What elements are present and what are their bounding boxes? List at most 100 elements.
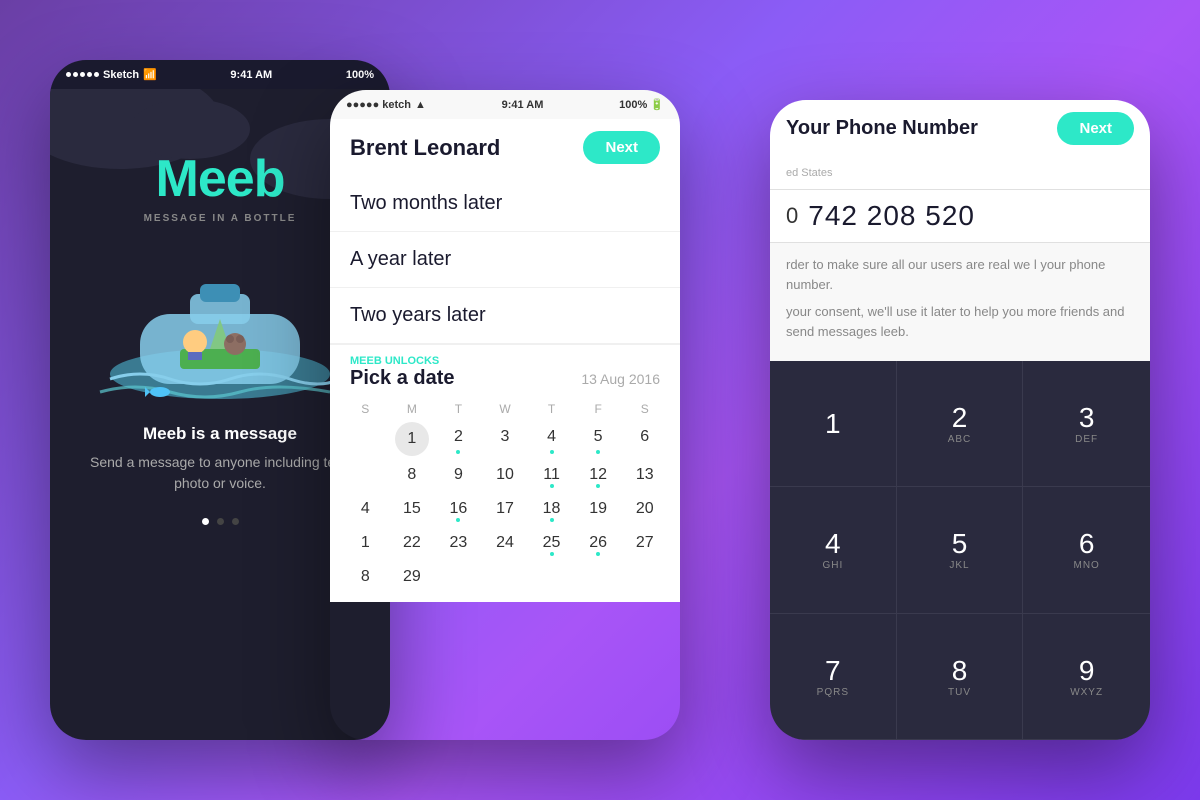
key-5-letters: JKL: [949, 560, 969, 571]
time-option-2[interactable]: A year later: [330, 232, 680, 288]
country-code: 0: [786, 203, 798, 229]
cal-cell-empty: [342, 422, 389, 456]
dot-1: [202, 518, 209, 525]
cal-cell-12[interactable]: 12: [575, 460, 622, 490]
phone1-time: 9:41 AM: [230, 69, 272, 81]
day-s2: S: [621, 402, 668, 416]
key-3-letters: DEF: [1075, 434, 1098, 445]
cal-cell-3[interactable]: 3: [482, 422, 529, 456]
cal-cell-4b[interactable]: 4: [342, 494, 389, 524]
phone-desc-text-1: rder to make sure all our users are real…: [786, 255, 1134, 294]
day-w: W: [482, 402, 529, 416]
key-7[interactable]: 7 PQRS: [770, 614, 897, 740]
cal-week-1: 1 2 3 4 5 6: [342, 422, 668, 456]
cal-week-2: 8 9 10 11 12 13: [342, 460, 668, 490]
cal-cell-8b[interactable]: 8: [342, 562, 389, 592]
keypad: 1 2 ABC 3 DEF 4 GHI 5 JKL 6 MNO: [770, 361, 1150, 740]
cal-cell-26[interactable]: 26: [575, 528, 622, 558]
phone1-wifi-icon: 📶: [143, 68, 157, 81]
key-9-num: 9: [1079, 655, 1095, 687]
cal-cell-6[interactable]: 6: [621, 422, 668, 456]
country-row: ed States: [770, 157, 1150, 190]
key-9[interactable]: 9 WXYZ: [1023, 614, 1150, 740]
cal-cell-4[interactable]: 4: [528, 422, 575, 456]
phone-3-phone-number: Your Phone Number Next ed States 0 742 2…: [770, 100, 1150, 740]
phone1-status-bar: Sketch 📶 9:41 AM 100%: [50, 60, 390, 89]
key-8-letters: TUV: [948, 687, 971, 698]
meeb-illustration: [80, 244, 360, 404]
key-8-num: 8: [952, 655, 968, 687]
key-8[interactable]: 8 TUV: [897, 614, 1024, 740]
phone3-header: Your Phone Number Next: [770, 100, 1150, 157]
cal-cell-29[interactable]: 29: [389, 562, 436, 592]
phone1-battery: 100%: [346, 69, 374, 81]
cal-cell-11[interactable]: 11: [528, 460, 575, 490]
phone2-carrier: ●●●●● ketch: [346, 99, 411, 111]
key-6[interactable]: 6 MNO: [1023, 487, 1150, 613]
time-options: Two months later A year later Two years …: [330, 176, 680, 344]
dot-3: [232, 518, 239, 525]
calendar-header: Meeb Unlocks Pick a date 13 Aug 2016: [330, 344, 680, 396]
key-7-num: 7: [825, 655, 841, 687]
cal-cell-15[interactable]: 15: [389, 494, 436, 524]
number-row: 0 742 208 520: [770, 190, 1150, 243]
key-2-letters: ABC: [948, 434, 972, 445]
phone3-title: Your Phone Number: [786, 117, 978, 140]
key-1-num: 1: [825, 408, 841, 440]
key-5-num: 5: [952, 528, 968, 560]
meeb-tagline: MESSAGE IN A BOTTLE: [144, 213, 297, 224]
cal-cell-8[interactable]: 8: [389, 460, 436, 490]
cal-cell-23[interactable]: 23: [435, 528, 482, 558]
key-1[interactable]: 1: [770, 361, 897, 487]
calendar-grid: S M T W T F S 1 2 3 4 5 6 8: [330, 396, 680, 602]
day-m: M: [389, 402, 436, 416]
cal-cell-20[interactable]: 20: [621, 494, 668, 524]
phone2-time: 9:41 AM: [502, 99, 544, 111]
time-option-1[interactable]: Two months later: [330, 176, 680, 232]
cal-cell-16[interactable]: 16: [435, 494, 482, 524]
meeb-dots: [202, 518, 239, 525]
phone-number-display: 742 208 520: [808, 200, 975, 232]
key-3-num: 3: [1079, 402, 1095, 434]
phone2-contact-name: Brent Leonard: [350, 135, 500, 161]
cal-cell-25[interactable]: 25: [528, 528, 575, 558]
phone2-header: Brent Leonard Next: [330, 119, 680, 176]
phone2-next-button[interactable]: Next: [583, 131, 660, 164]
calendar-title: Pick a date: [350, 367, 455, 390]
day-t1: T: [435, 402, 482, 416]
cal-cell-9[interactable]: 9: [435, 460, 482, 490]
key-3[interactable]: 3 DEF: [1023, 361, 1150, 487]
cal-cell-18[interactable]: 18: [528, 494, 575, 524]
phone-input-section: ed States 0 742 208 520: [770, 157, 1150, 243]
cal-cell-22[interactable]: 22: [389, 528, 436, 558]
key-2-num: 2: [952, 402, 968, 434]
key-4[interactable]: 4 GHI: [770, 487, 897, 613]
scene: Sketch 📶 9:41 AM 100% Meeb MESSAGE IN A …: [50, 40, 1150, 760]
cal-cell-1b[interactable]: 1: [342, 528, 389, 558]
cal-week-5: 8 29: [342, 562, 668, 592]
cal-cell-5[interactable]: 5: [575, 422, 622, 456]
cal-cell-27[interactable]: 27: [621, 528, 668, 558]
cal-cell-2[interactable]: 2: [435, 422, 482, 456]
phone2-status-bar: ●●●●● ketch ▲ 9:41 AM 100% 🔋: [330, 90, 680, 119]
key-2[interactable]: 2 ABC: [897, 361, 1024, 487]
key-9-letters: WXYZ: [1070, 687, 1103, 698]
meeb-tagline2: Meeb is a message: [143, 424, 297, 444]
cal-cell-10[interactable]: 10: [482, 460, 529, 490]
phone2-wifi-icon: ▲: [415, 99, 426, 111]
phone2-battery: 100% 🔋: [619, 98, 664, 111]
cal-cell-1[interactable]: 1: [395, 422, 429, 456]
key-5[interactable]: 5 JKL: [897, 487, 1024, 613]
cal-cell-24[interactable]: 24: [482, 528, 529, 558]
phone-desc-text-2: your consent, we'll use it later to help…: [786, 302, 1134, 341]
time-option-3[interactable]: Two years later: [330, 288, 680, 344]
phone1-carrier: Sketch: [103, 69, 139, 81]
key-4-num: 4: [825, 528, 841, 560]
cal-cell-19[interactable]: 19: [575, 494, 622, 524]
day-s: S: [342, 402, 389, 416]
cal-cell-17[interactable]: 17: [482, 494, 529, 524]
phone3-next-button[interactable]: Next: [1057, 112, 1134, 145]
cal-cell-13[interactable]: 13: [621, 460, 668, 490]
day-t2: T: [528, 402, 575, 416]
cal-days-header: S M T W T F S: [342, 402, 668, 416]
